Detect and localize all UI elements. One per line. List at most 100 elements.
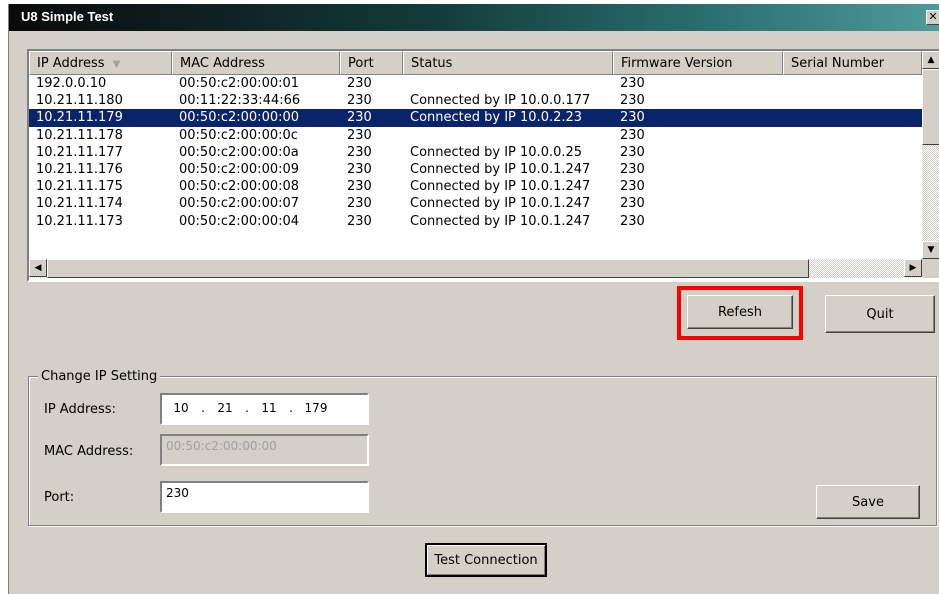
refresh-button[interactable]: Refesh — [687, 295, 793, 329]
table-cell: 10.21.11.176 — [36, 161, 123, 177]
table-cell: 230 — [620, 179, 645, 195]
list-header: IP Address ▼ MAC Address Port Status Firm… — [29, 51, 922, 75]
table-cell: 230 — [620, 127, 645, 143]
scroll-right-icon[interactable]: ▶ — [904, 259, 922, 277]
table-cell: 00:50:c2:00:00:01 — [179, 76, 300, 91]
app-window: U8 Simple Test ✕ IP Address ▼ MAC Address… — [8, 4, 939, 594]
column-header-port[interactable]: Port — [340, 51, 403, 75]
table-cell: 00:50:c2:00:00:08 — [179, 179, 300, 195]
sort-descending-icon: ▼ — [112, 59, 121, 70]
mac-address-label: MAC Address: — [44, 444, 134, 459]
column-label: Status — [411, 56, 453, 71]
table-cell: Connected by IP 10.0.1.247 — [410, 161, 591, 177]
column-label: Firmware Version — [621, 56, 733, 71]
table-cell: Connected by IP 10.0.1.247 — [410, 196, 591, 212]
ip-separator: . — [201, 401, 205, 415]
vertical-scroll-thumb[interactable] — [922, 69, 939, 145]
column-header-ip-address[interactable]: IP Address ▼ — [29, 51, 172, 75]
ip-octet-4[interactable]: 179 — [298, 401, 334, 415]
close-icon[interactable]: ✕ — [926, 10, 939, 25]
table-cell: 00:50:c2:00:00:0c — [179, 127, 298, 143]
title-bar[interactable]: U8 Simple Test ✕ — [9, 4, 939, 31]
device-list-viewport: IP Address ▼ MAC Address Port Status Firm… — [29, 51, 922, 259]
table-row[interactable]: 10.21.11.173 00:50:c2:00:00:04 230 Connecte… — [29, 213, 922, 230]
table-cell: 230 — [347, 179, 372, 195]
table-cell: 230 — [347, 213, 372, 229]
horizontal-scroll-thumb[interactable] — [47, 259, 809, 278]
ip-address-input[interactable]: 10. 21. 11. 179 — [160, 393, 369, 425]
table-cell: Connected by IP 10.0.1.247 — [410, 213, 591, 229]
column-label: IP Address — [37, 56, 105, 71]
table-cell: 00:50:c2:00:00:04 — [179, 213, 300, 229]
scroll-down-icon[interactable]: ▼ — [922, 241, 939, 259]
table-cell: 230 — [347, 161, 372, 177]
table-row[interactable]: 10.21.11.175 00:50:c2:00:00:08 230 Connecte… — [29, 178, 922, 195]
ip-separator: . — [289, 401, 293, 415]
quit-button[interactable]: Quit — [825, 295, 935, 333]
scroll-left-icon[interactable]: ◀ — [29, 259, 47, 277]
table-cell: 00:50:c2:00:00:07 — [179, 196, 300, 212]
ip-address-label: IP Address: — [44, 402, 116, 417]
table-cell: 230 — [347, 93, 372, 109]
table-cell: 192.0.0.10 — [36, 76, 107, 91]
table-cell: 230 — [347, 127, 372, 143]
table-cell: Connected by IP 10.0.2.23 — [410, 110, 583, 126]
ip-separator: . — [245, 401, 249, 415]
table-cell: 00:50:c2:00:00:00 — [179, 110, 300, 126]
change-ip-group-title: Change IP Setting — [38, 369, 161, 384]
horizontal-scrollbar[interactable]: ◀ ▶ — [29, 259, 922, 278]
list-body: 192.0.0.10 00:50:c2:00:00:01 230 230 10.21.1… — [29, 75, 922, 230]
device-list[interactable]: IP Address ▼ MAC Address Port Status Firm… — [27, 49, 939, 282]
table-cell: 00:11:22:33:44:66 — [179, 93, 301, 109]
table-cell: 10.21.11.179 — [36, 110, 123, 126]
table-cell: 230 — [620, 110, 645, 126]
table-cell: 10.21.11.175 — [36, 179, 123, 195]
table-cell: 230 — [620, 93, 645, 109]
table-row[interactable]: 10.21.11.177 00:50:c2:00:00:0a 230 Connecte… — [29, 144, 922, 161]
table-cell: 00:50:c2:00:00:09 — [179, 161, 300, 177]
test-connection-button[interactable]: Test Connection — [425, 543, 547, 577]
port-input[interactable]: 230 — [160, 481, 369, 513]
table-cell: 10.21.11.178 — [36, 127, 123, 143]
table-cell: 230 — [620, 213, 645, 229]
column-label: Serial Number — [791, 56, 885, 71]
table-cell: 10.21.11.177 — [36, 144, 123, 160]
table-cell: 230 — [347, 76, 372, 91]
port-label: Port: — [44, 490, 75, 505]
table-cell: 230 — [347, 196, 372, 212]
table-row[interactable]: 10.21.11.180 00:11:22:33:44:66 230 Connecte… — [29, 92, 922, 109]
table-row[interactable]: 192.0.0.10 00:50:c2:00:00:01 230 230 — [29, 75, 922, 92]
table-cell: 10.21.11.174 — [36, 196, 123, 212]
column-header-status[interactable]: Status — [403, 51, 613, 75]
table-cell: 230 — [347, 144, 372, 160]
ip-octet-1[interactable]: 10 — [166, 401, 196, 415]
table-cell: 230 — [347, 110, 372, 126]
table-cell: 00:50:c2:00:00:0a — [179, 144, 299, 160]
scrollbar-corner — [922, 259, 939, 278]
table-row[interactable]: 10.21.11.174 00:50:c2:00:00:07 230 Connecte… — [29, 195, 922, 212]
table-cell: 230 — [620, 161, 645, 177]
table-cell: 10.21.11.173 — [36, 213, 123, 229]
table-row[interactable]: 10.21.11.178 00:50:c2:00:00:0c 230 230 — [29, 127, 922, 144]
table-cell: 10.21.11.180 — [36, 93, 123, 109]
column-label: Port — [348, 56, 374, 71]
table-cell: Connected by IP 10.0.0.25 — [410, 144, 583, 160]
vertical-scrollbar[interactable]: ▲ ▼ — [922, 51, 939, 259]
ip-octet-2[interactable]: 21 — [210, 401, 240, 415]
column-header-serial-number[interactable]: Serial Number — [783, 51, 922, 75]
mac-address-field: 00:50:c2:00:00:00 — [160, 434, 369, 466]
column-header-firmware-version[interactable]: Firmware Version — [613, 51, 783, 75]
column-label: MAC Address — [180, 56, 265, 71]
table-cell: 230 — [620, 144, 645, 160]
save-button[interactable]: Save — [816, 485, 920, 519]
table-row[interactable]: 10.21.11.179 00:50:c2:00:00:00 230 Connecte… — [29, 109, 922, 127]
table-cell: 230 — [620, 76, 645, 91]
window-title: U8 Simple Test — [21, 9, 114, 24]
table-cell: 230 — [620, 196, 645, 212]
scroll-up-icon[interactable]: ▲ — [922, 51, 939, 69]
table-row[interactable]: 10.21.11.176 00:50:c2:00:00:09 230 Connecte… — [29, 161, 922, 178]
table-cell: Connected by IP 10.0.0.177 — [410, 93, 591, 109]
ip-octet-3[interactable]: 11 — [254, 401, 284, 415]
column-header-mac-address[interactable]: MAC Address — [172, 51, 340, 75]
table-cell: Connected by IP 10.0.1.247 — [410, 179, 591, 195]
